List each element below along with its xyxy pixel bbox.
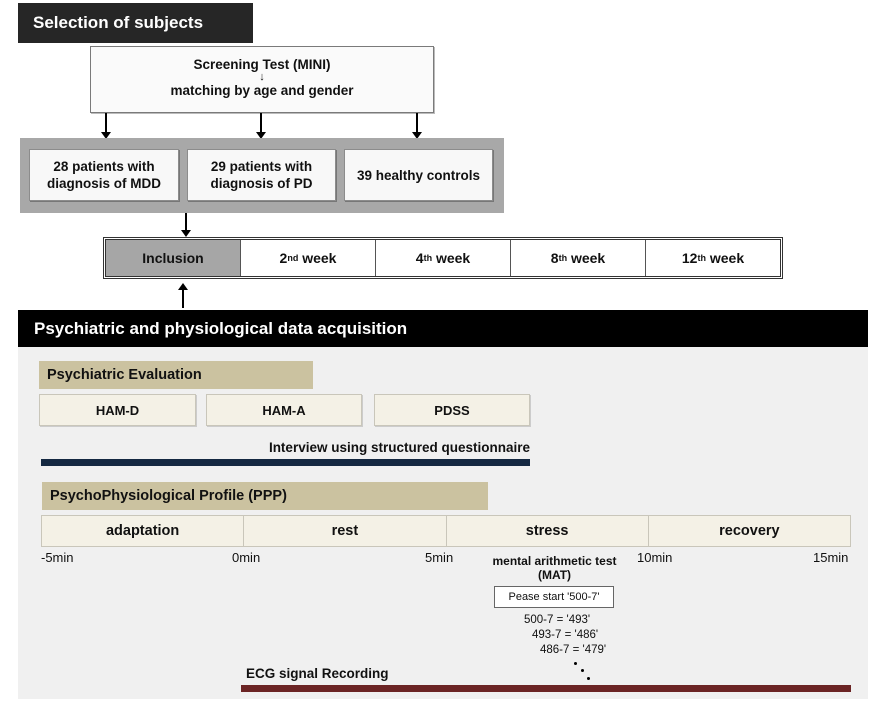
mat-prompt-box: Pease start '500-7' [494, 586, 614, 608]
phase-stress: stress [445, 516, 648, 546]
matching-label: matching by age and gender [170, 83, 354, 98]
timeline-sup: th [423, 253, 433, 263]
tick-label: 15min [813, 550, 849, 565]
arrow-down-icon [101, 113, 111, 139]
phase-rest: rest [243, 516, 445, 546]
timeline-label: week [432, 250, 471, 266]
scale-pdss: PDSS [374, 394, 530, 426]
ecg-recording-bar [241, 685, 851, 692]
mat-label-line2: (MAT) [537, 568, 572, 582]
arrow-down-icon [256, 113, 266, 139]
timeline-label: week [567, 250, 606, 266]
ellipsis-dot [574, 662, 577, 665]
timeline-week-8: 8th week [510, 240, 645, 276]
timeline-label: Inclusion [142, 250, 204, 266]
group-pd: 29 patients with diagnosis of PD [187, 149, 336, 201]
tick-label: 0min [232, 550, 261, 565]
psychiatric-evaluation-header: Psychiatric Evaluation [39, 361, 313, 389]
group-healthy-controls: 39 healthy controls [344, 149, 493, 201]
group-healthy-label: 39 healthy controls [356, 167, 481, 183]
group-mdd-line1: 28 patients with [53, 159, 155, 174]
timeline-week-12: 12th week [645, 240, 780, 276]
small-arrow-down-icon: ↓ [259, 71, 265, 83]
scale-ham-d: HAM-D [39, 394, 196, 426]
timeline-label: week [705, 250, 745, 266]
selection-section-header: Selection of subjects [18, 3, 253, 43]
timeline-num: 8 [550, 250, 559, 266]
group-pd-line2: diagnosis of PD [210, 176, 313, 191]
timeline-num: 12 [681, 250, 698, 266]
mat-label: mental arithmetic test (MAT) [482, 554, 627, 582]
group-mdd-line2: diagnosis of MDD [47, 176, 161, 191]
mat-prompt: Pease start '500-7' [508, 591, 600, 603]
calculation-line: 493-7 = '486' [532, 629, 599, 641]
timeline-week-2: 2nd week [240, 240, 375, 276]
scale-label: HAM-A [262, 402, 306, 418]
scale-label: HAM-D [95, 402, 140, 418]
calculation-line: 500-7 = '493' [524, 614, 591, 626]
group-pd-line1: 29 patients with [210, 159, 313, 174]
group-mdd: 28 patients with diagnosis of MDD [29, 149, 179, 201]
arrow-down-icon [412, 113, 422, 139]
ppp-header: PsychoPhysiological Profile (PPP) [42, 482, 488, 510]
timeline-num: 2 [279, 250, 288, 266]
ellipsis-dot [587, 677, 590, 680]
follow-up-timeline: Inclusion 2nd week 4th week 8th week 12 t… [103, 237, 783, 279]
phase-recovery: recovery [647, 516, 850, 546]
ellipsis-dot [581, 669, 584, 672]
phase-adaptation: adaptation [105, 523, 180, 539]
scale-label: PDSS [434, 402, 470, 418]
arrow-down-icon [181, 213, 191, 237]
interview-bar [41, 459, 530, 466]
mat-label-line1: mental arithmetic test [492, 554, 617, 568]
screening-box: Screening Test (MINI) ↓ matching by age … [90, 46, 434, 113]
timeline-label: week [298, 250, 337, 266]
arrow-up-icon [178, 283, 188, 308]
ecg-label: ECG signal Recording [246, 666, 389, 681]
tick-label: 10min [637, 550, 673, 565]
timeline-week-4: 4th week [375, 240, 510, 276]
timeline-inclusion: Inclusion [106, 240, 240, 276]
scale-ham-a: HAM-A [206, 394, 362, 426]
calculation-line: 486-7 = '479' [540, 644, 607, 656]
timeline-sup: th [558, 253, 568, 263]
timeline-sup: th [697, 253, 706, 263]
timeline-num: 4 [415, 250, 424, 266]
tick-label: 5min [425, 550, 454, 565]
ppp-phases: adaptation rest stress recovery [41, 515, 851, 547]
tick-label: -5min [41, 550, 74, 565]
timeline-sup: nd [287, 253, 299, 263]
screening-test-label: Screening Test (MINI) [193, 57, 331, 72]
interview-label: Interview using structured questionnaire [268, 440, 530, 455]
acquisition-section-header: Psychiatric and physiological data acqui… [18, 310, 868, 347]
